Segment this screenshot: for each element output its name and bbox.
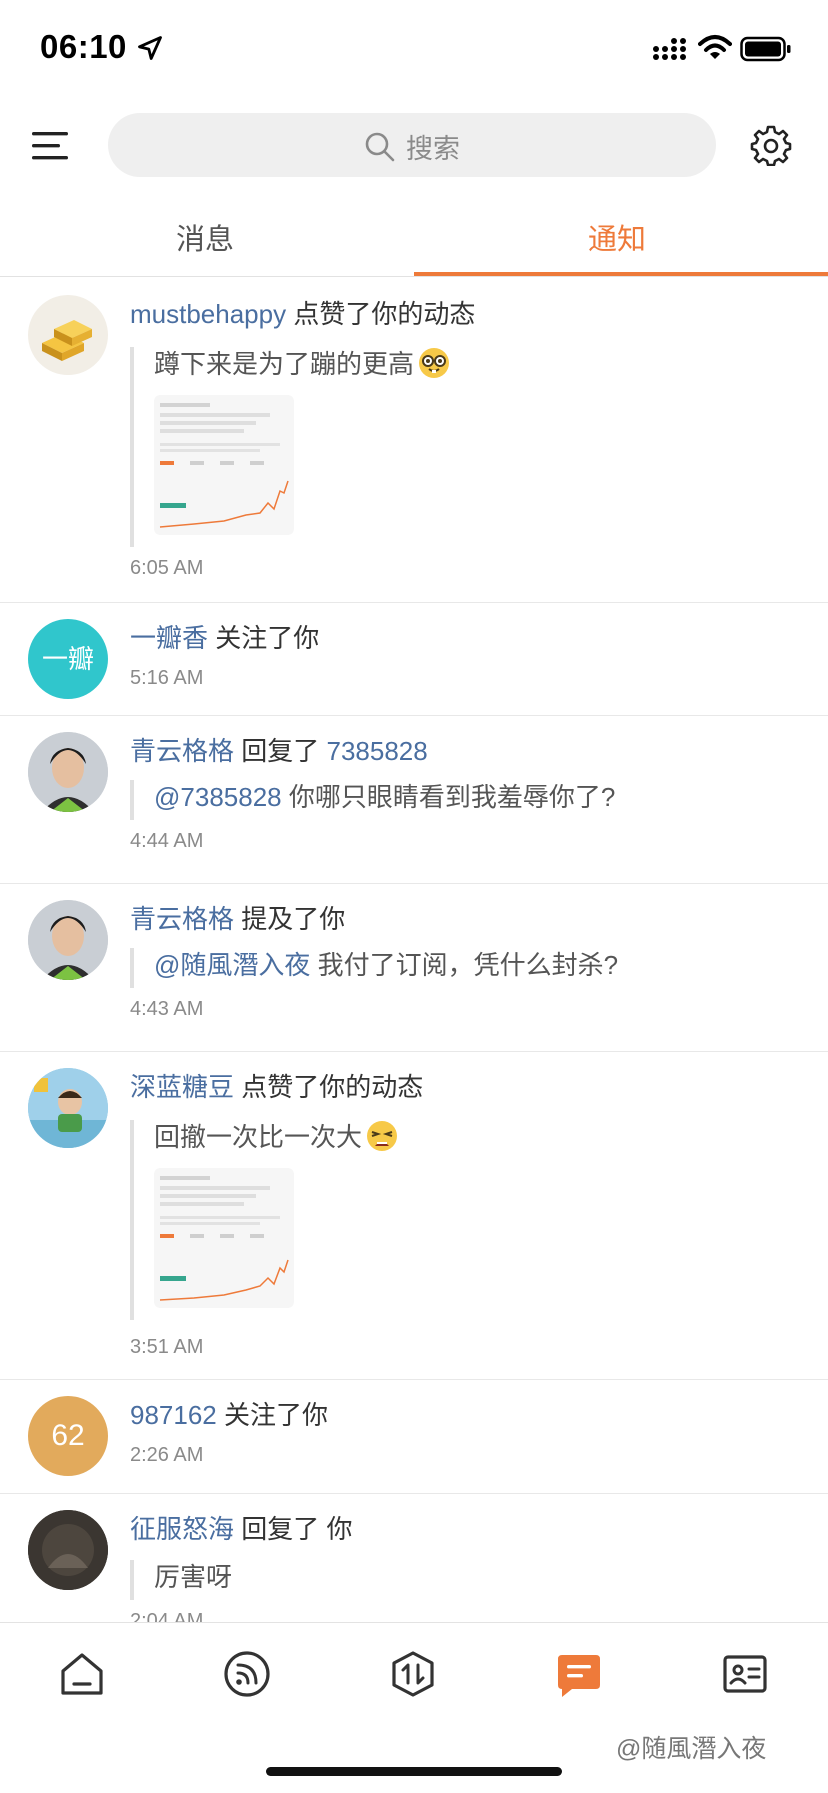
child-photo-avatar-icon bbox=[28, 1068, 108, 1148]
username[interactable]: 深蓝糖豆 bbox=[130, 1072, 234, 1102]
quoted-reply[interactable]: @7385828 你哪只眼睛看到我羞辱你了? bbox=[130, 780, 615, 820]
quote-text: 你哪只眼睛看到我羞辱你了? bbox=[288, 782, 616, 812]
timestamp: 6:05 AM bbox=[130, 557, 204, 579]
notification-item[interactable]: 深蓝糖豆 点赞了你的动态 回撤一次比一次大 3:51 AM bbox=[0, 1052, 828, 1380]
post-thumbnail-image[interactable] bbox=[154, 395, 294, 535]
notification-item[interactable]: 62 987162 关注了你 2:26 AM bbox=[0, 1380, 828, 1494]
quoted-reply[interactable]: 厉害呀 bbox=[130, 1560, 232, 1600]
action-text: 回复了 bbox=[241, 1514, 320, 1544]
watermark-text: @随風潛入夜 bbox=[616, 1735, 767, 1763]
notification-item[interactable]: 征服怒海 回复了 你 厉害呀 2:04 AM bbox=[0, 1494, 828, 1622]
quoted-post[interactable]: 蹲下来是为了蹦的更高 bbox=[130, 347, 450, 547]
action-text: 点赞了你的动态 bbox=[241, 1072, 424, 1102]
top-bar: 搜索 bbox=[0, 110, 828, 180]
home-indicator[interactable] bbox=[266, 1767, 562, 1776]
username[interactable]: 青云格格 bbox=[130, 904, 234, 934]
home-icon[interactable] bbox=[57, 1649, 107, 1699]
watermark: @随風潛入夜 bbox=[616, 1729, 766, 1765]
notification-item[interactable]: 青云格格 回复了 7385828 @7385828 你哪只眼睛看到我羞辱你了? … bbox=[0, 716, 828, 884]
username[interactable]: 青云格格 bbox=[130, 736, 234, 766]
status-bar: 06:10 bbox=[0, 0, 828, 100]
notification-list: mustbehappy 点赞了你的动态 蹲下来是为了蹦的更高 6:05 AM 一… bbox=[0, 277, 828, 1622]
tab-messages[interactable]: 消息 bbox=[176, 216, 234, 258]
quote-text: 蹲下来是为了蹦的更高 bbox=[154, 349, 415, 379]
avatar[interactable] bbox=[28, 900, 108, 980]
status-time: 06:10 bbox=[40, 28, 127, 65]
action-text: 提及了你 bbox=[241, 904, 346, 934]
profile-card-icon[interactable] bbox=[720, 1649, 770, 1699]
avatar[interactable] bbox=[28, 732, 108, 812]
active-tab-indicator bbox=[414, 272, 828, 276]
location-arrow-icon bbox=[138, 36, 162, 60]
search-input[interactable]: 搜索 bbox=[108, 113, 716, 177]
nerd-face-emoji-icon bbox=[419, 348, 450, 378]
username[interactable]: 987162 bbox=[130, 1400, 217, 1430]
battery-icon bbox=[740, 36, 791, 62]
reply-target[interactable]: 你 bbox=[327, 1514, 353, 1544]
settings-gear-icon[interactable] bbox=[750, 124, 792, 166]
tab-notifications[interactable]: 通知 bbox=[588, 216, 646, 258]
timestamp: 3:51 AM bbox=[130, 1336, 204, 1358]
quote-text: 我付了订阅，凭什么封杀? bbox=[317, 950, 619, 980]
quote-text: 厉害呀 bbox=[154, 1562, 233, 1592]
action-text: 回复了 bbox=[241, 736, 320, 766]
post-thumbnail-image[interactable] bbox=[154, 1168, 294, 1308]
quote-text: 回撤一次比一次大 bbox=[154, 1122, 363, 1152]
timestamp: 2:04 AM bbox=[130, 1610, 204, 1622]
avatar[interactable] bbox=[28, 295, 108, 375]
mention[interactable]: @随風潛入夜 bbox=[154, 950, 310, 980]
username[interactable]: 征服怒海 bbox=[130, 1514, 234, 1544]
search-placeholder: 搜索 bbox=[406, 134, 460, 164]
search-icon bbox=[365, 132, 395, 162]
user-photo-avatar-icon bbox=[28, 732, 108, 812]
avatar-text: 62 bbox=[51, 1419, 85, 1452]
timestamp: 2:26 AM bbox=[130, 1444, 204, 1466]
menu-icon[interactable] bbox=[30, 126, 74, 166]
quoted-reply[interactable]: @随風潛入夜 我付了订阅，凭什么封杀? bbox=[130, 948, 618, 988]
username[interactable]: mustbehappy bbox=[130, 299, 286, 329]
notification-item[interactable]: mustbehappy 点赞了你的动态 蹲下来是为了蹦的更高 6:05 AM bbox=[0, 277, 828, 603]
tab-bar: 消息 通知 bbox=[0, 200, 828, 277]
action-text: 点赞了你的动态 bbox=[293, 299, 476, 329]
gold-bars-avatar-icon bbox=[42, 320, 92, 361]
feed-icon[interactable] bbox=[222, 1649, 272, 1699]
wifi-icon bbox=[698, 35, 732, 59]
avatar[interactable]: 一瓣 bbox=[28, 619, 108, 699]
quoted-post[interactable]: 回撤一次比一次大 bbox=[130, 1120, 398, 1320]
user-photo-avatar-icon bbox=[28, 900, 108, 980]
timestamp: 5:16 AM bbox=[130, 667, 204, 689]
notification-icon[interactable] bbox=[554, 1649, 604, 1699]
timestamp: 4:43 AM bbox=[130, 998, 204, 1020]
cell-signal-icon bbox=[653, 38, 686, 60]
timestamp: 4:44 AM bbox=[130, 830, 204, 852]
notification-item[interactable]: 一瓣 一瓣香 关注了你 5:16 AM bbox=[0, 603, 828, 716]
reply-target[interactable]: 7385828 bbox=[327, 736, 428, 766]
avatar[interactable] bbox=[28, 1510, 108, 1590]
username[interactable]: 一瓣香 bbox=[130, 623, 208, 653]
action-text: 关注了你 bbox=[215, 623, 320, 653]
avatar[interactable]: 62 bbox=[28, 1396, 108, 1476]
avatar[interactable] bbox=[28, 1068, 108, 1148]
trade-icon[interactable] bbox=[388, 1649, 438, 1699]
action-text: 关注了你 bbox=[224, 1400, 329, 1430]
dark-photo-avatar-icon bbox=[28, 1510, 108, 1590]
bottom-nav: @随風潛入夜 bbox=[0, 1622, 828, 1793]
mention[interactable]: @7385828 bbox=[154, 782, 282, 812]
notification-item[interactable]: 青云格格 提及了你 @随風潛入夜 我付了订阅，凭什么封杀? 4:43 AM bbox=[0, 884, 828, 1052]
tired-face-emoji-icon bbox=[367, 1121, 398, 1151]
avatar-text: 一瓣 bbox=[41, 644, 94, 674]
